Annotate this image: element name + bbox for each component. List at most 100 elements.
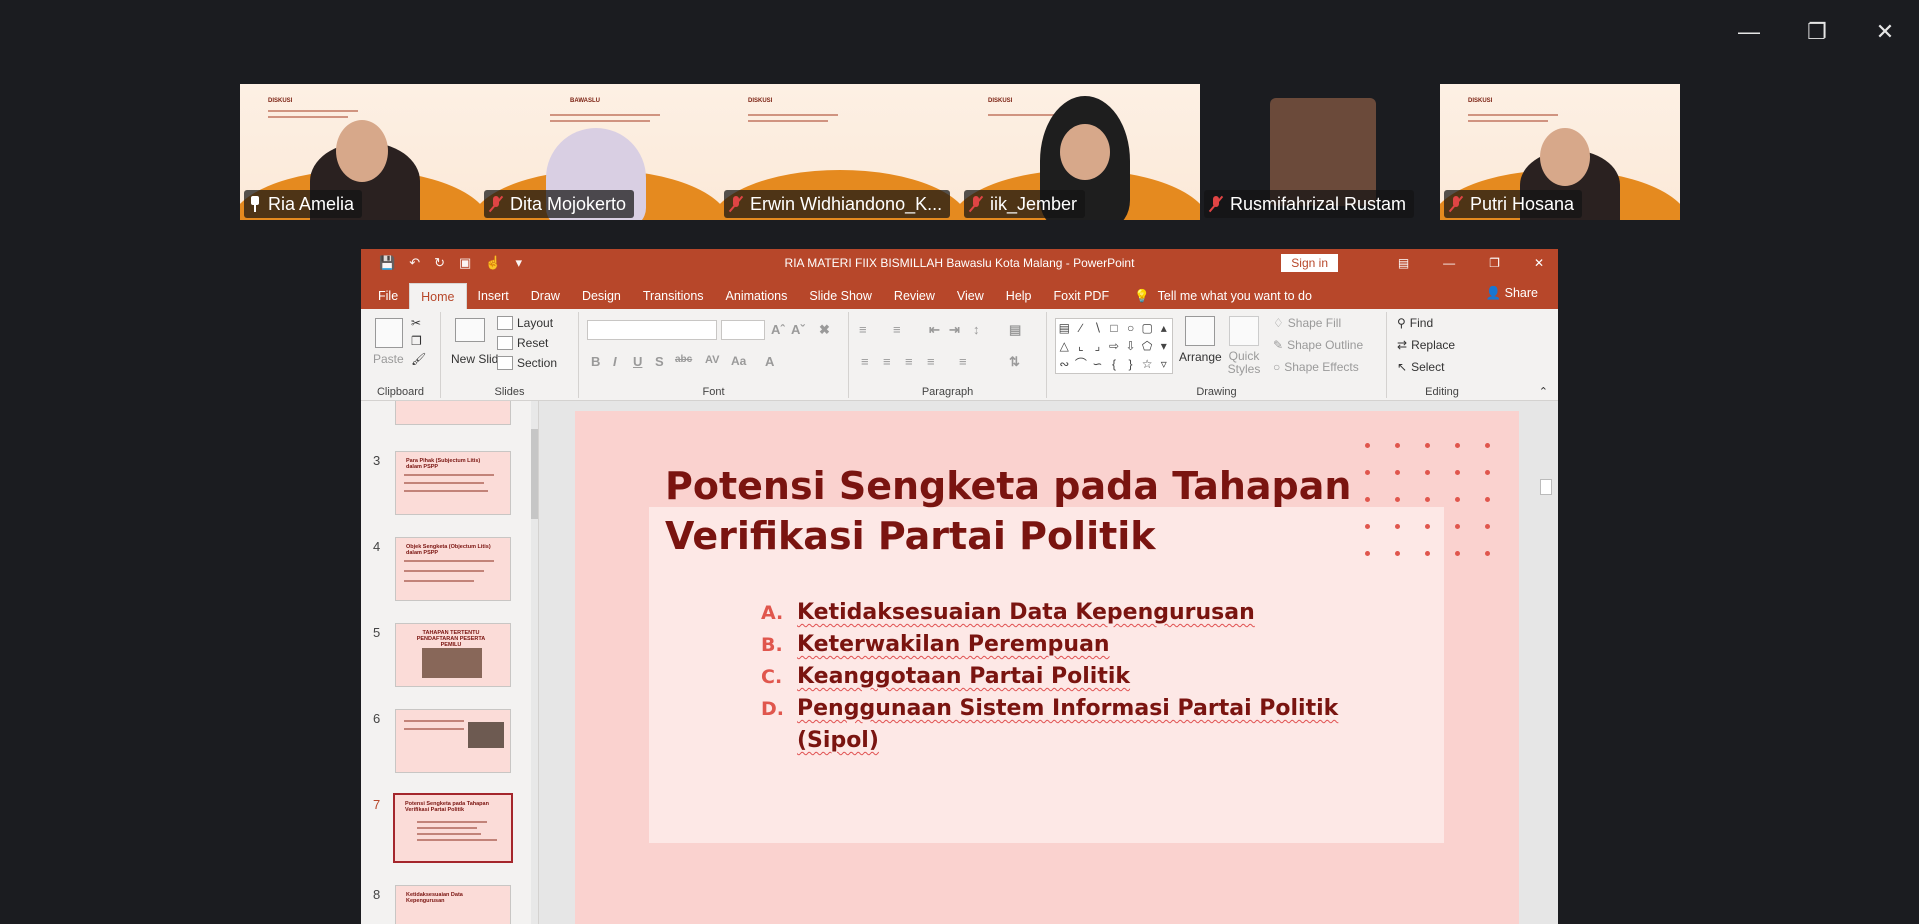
font-size-select[interactable] — [721, 320, 765, 340]
connector-shape-icon[interactable]: ⌞ — [1073, 337, 1090, 355]
font-color-button[interactable]: A — [765, 354, 774, 369]
line-shape-icon[interactable]: ∕ — [1073, 319, 1090, 337]
slide-thumbnail[interactable]: 5 TAHAPAN TERTENTU PENDAFTARAN PESERTA P… — [361, 623, 538, 693]
present-icon[interactable]: ▣ — [459, 255, 471, 271]
customize-qat-icon[interactable]: ▾ — [515, 255, 522, 271]
scrollbar-thumb[interactable] — [1540, 479, 1552, 495]
tab-home[interactable]: Home — [409, 283, 467, 309]
slide-thumbnail[interactable]: 8 Ketidaksesuaian Data Kepengurusan — [361, 885, 538, 924]
rectangle-shape-icon[interactable]: □ — [1106, 319, 1123, 337]
decrease-font-icon[interactable]: Aˇ — [791, 322, 805, 337]
arrow-shape-icon[interactable]: ⇩ — [1122, 337, 1139, 355]
numbering-icon[interactable]: ≡ — [893, 322, 901, 337]
copy-icon[interactable]: ❐ — [411, 334, 422, 348]
arrow-shape-icon[interactable]: ⇨ — [1106, 337, 1123, 355]
slide-thumbnail[interactable]: 3 Para Pihak (Subjectum Litis) dalam PSP… — [361, 451, 538, 521]
star-shape-icon[interactable]: ☆ — [1139, 355, 1156, 373]
participant-tile[interactable]: DISKUSI iik_Jember — [960, 84, 1200, 220]
shape-outline-button[interactable]: ✎ Shape Outline — [1273, 338, 1363, 352]
tab-view[interactable]: View — [946, 283, 995, 309]
find-button[interactable]: ⚲ Find — [1397, 316, 1433, 330]
slide-thumbnail[interactable] — [361, 401, 538, 431]
restore-icon[interactable]: ❐ — [1489, 256, 1500, 270]
minimize-icon[interactable]: — — [1443, 256, 1455, 270]
paste-button[interactable]: Paste — [373, 352, 404, 366]
scrollbar-thumb[interactable] — [531, 429, 538, 519]
restore-icon[interactable]: ❐ — [1803, 18, 1831, 46]
participant-tile[interactable]: DISKUSI Putri Hosana — [1440, 84, 1680, 220]
bold-button[interactable]: B — [591, 354, 600, 369]
slide-thumbnail[interactable]: 7 Potensi Sengketa pada Tahapan Verifika… — [361, 793, 538, 865]
shape-fill-button[interactable]: ♢ Shape Fill — [1273, 316, 1341, 330]
tab-slide-show[interactable]: Slide Show — [798, 283, 883, 309]
shadow-button[interactable]: S — [655, 354, 664, 369]
shapes-gallery[interactable]: ▤ ∕ ∖ □ ○ ▢ ▴ △ ⌞ ⌟ ⇨ ⇩ ⬠ ▾ ∾ ⌒ ∽{} ☆ ▿ — [1055, 318, 1173, 374]
more-shapes-icon[interactable]: ▴ — [1155, 319, 1172, 337]
line-shape-icon[interactable]: ∖ — [1089, 319, 1106, 337]
slide-scrollbar[interactable] — [1540, 405, 1552, 920]
strikethrough-button[interactable]: abc — [675, 354, 692, 365]
decrease-indent-icon[interactable]: ⇤ — [929, 322, 940, 338]
participant-tile[interactable]: DISKUSI Erwin Widhiandono_K... — [720, 84, 960, 220]
collapse-ribbon-icon[interactable]: ⌃ — [1539, 385, 1548, 398]
tab-insert[interactable]: Insert — [467, 283, 520, 309]
close-icon[interactable]: ✕ — [1871, 18, 1899, 46]
underline-button[interactable]: U — [633, 354, 642, 369]
paste-icon[interactable] — [375, 318, 403, 348]
quick-styles-button[interactable]: Quick Styles — [1225, 350, 1263, 376]
italic-button[interactable]: I — [613, 354, 617, 369]
align-right-icon[interactable]: ≡ — [905, 354, 913, 369]
close-icon[interactable]: ✕ — [1534, 256, 1544, 270]
pentagon-shape-icon[interactable]: ⬠ — [1139, 337, 1156, 355]
clear-formatting-icon[interactable]: ✖ — [819, 322, 830, 338]
slide-thumbnail[interactable]: 6 — [361, 709, 538, 779]
align-left-icon[interactable]: ≡ — [861, 354, 869, 369]
connector-shape-icon[interactable]: ⌟ — [1089, 337, 1106, 355]
slide-thumbnail[interactable]: 4 Objek Sengketa (Objectum Litis) dalam … — [361, 537, 538, 607]
new-slide-icon[interactable] — [455, 318, 485, 342]
sign-in-button[interactable]: Sign in — [1281, 254, 1338, 272]
tab-transitions[interactable]: Transitions — [632, 283, 715, 309]
tab-animations[interactable]: Animations — [715, 283, 799, 309]
font-family-select[interactable] — [587, 320, 717, 340]
increase-font-icon[interactable]: Aˆ — [771, 322, 785, 337]
brace-shape-icon[interactable]: { — [1106, 355, 1123, 373]
arrange-icon[interactable] — [1185, 316, 1215, 346]
tab-review[interactable]: Review — [883, 283, 946, 309]
slide-title[interactable]: Potensi Sengketa pada Tahapan Verifikasi… — [665, 461, 1365, 561]
more-shapes-icon[interactable]: ▾ — [1155, 337, 1172, 355]
reset-button[interactable]: Reset — [497, 336, 548, 350]
expand-shapes-icon[interactable]: ▿ — [1155, 355, 1172, 373]
align-center-icon[interactable]: ≡ — [883, 354, 891, 369]
share-button[interactable]: 👤 Share — [1486, 286, 1538, 301]
rounded-rect-shape-icon[interactable]: ▢ — [1139, 319, 1156, 337]
save-icon[interactable]: 💾 — [379, 255, 395, 271]
format-painter-icon[interactable]: 🖌 — [411, 352, 426, 366]
textbox-shape-icon[interactable]: ▤ — [1056, 319, 1073, 337]
participant-tile[interactable]: DISKUSI Ria Amelia — [240, 84, 480, 220]
justify-icon[interactable]: ≡ — [927, 354, 935, 369]
touch-mode-icon[interactable]: ☝ — [485, 255, 501, 271]
tab-file[interactable]: File — [367, 283, 409, 309]
text-columns-icon[interactable]: ≡ — [959, 354, 967, 369]
tab-help[interactable]: Help — [995, 283, 1043, 309]
triangle-shape-icon[interactable]: △ — [1056, 337, 1073, 355]
char-spacing-button[interactable]: AV — [705, 354, 719, 366]
section-button[interactable]: Section — [497, 356, 557, 370]
tab-draw[interactable]: Draw — [520, 283, 571, 309]
freeform-shape-icon[interactable]: ∽ — [1089, 355, 1106, 373]
quick-styles-icon[interactable] — [1229, 316, 1259, 346]
tab-design[interactable]: Design — [571, 283, 632, 309]
text-direction-icon[interactable]: ⇅ — [1009, 354, 1020, 370]
change-case-button[interactable]: Aa — [731, 354, 746, 368]
line-spacing-icon[interactable]: ↕ — [973, 322, 980, 337]
tell-me-search[interactable]: 💡 Tell me what you want to do — [1120, 283, 1312, 309]
undo-icon[interactable]: ↶ — [409, 255, 420, 271]
participant-tile[interactable]: BAWASLU Dita Mojokerto — [480, 84, 720, 220]
minimize-icon[interactable]: — — [1735, 18, 1763, 46]
cut-icon[interactable]: ✂ — [411, 316, 421, 330]
bullets-icon[interactable]: ≡ — [859, 322, 867, 337]
ribbon-display-icon[interactable]: ▤ — [1398, 256, 1409, 270]
curve-shape-icon[interactable]: ∾ — [1056, 355, 1073, 373]
tab-foxit-pdf[interactable]: Foxit PDF — [1043, 283, 1121, 309]
